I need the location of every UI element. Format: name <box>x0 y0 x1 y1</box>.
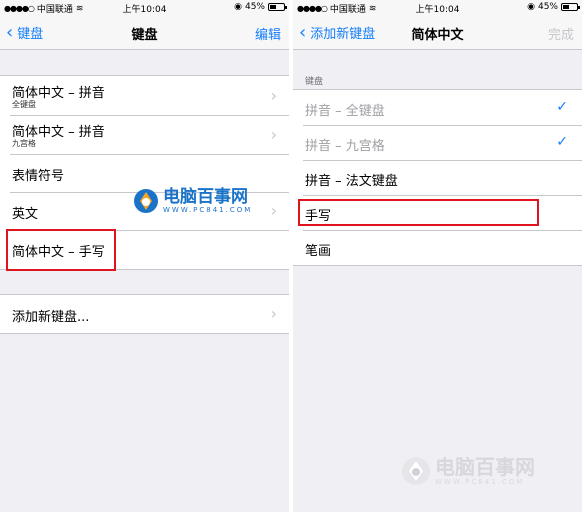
page-title: 简体中文 <box>411 28 464 43</box>
row-sublabel: 九宫格 <box>12 139 36 148</box>
watermark: 电脑百事网 WWW.PC841.COM <box>133 188 252 214</box>
chevron-right-icon: › <box>270 125 277 144</box>
watermark-url: WWW.PC841.COM <box>163 206 253 214</box>
keyboard-list: 简体中文 – 拼音 全键盘 › 简体中文 – 拼音 九宫格 › 表情符号 英文 … <box>0 75 289 270</box>
list-item[interactable]: 拼音 – 九宫格 ✓ <box>293 125 582 160</box>
rotation-lock-icon: ◉ <box>527 2 535 12</box>
chevron-right-icon: › <box>270 304 277 323</box>
chevron-right-icon: › <box>270 201 277 220</box>
row-label: 手写 <box>305 209 332 224</box>
list-item[interactable]: 手写 <box>293 195 582 230</box>
status-bar: ●●●●○ 中国联通 ≋ 上午10:04 ◉ 45% <box>0 0 289 16</box>
row-label: 拼音 – 九宫格 <box>305 139 385 154</box>
row-label: 拼音 – 全键盘 <box>305 104 385 119</box>
left-screen: ●●●●○ 中国联通 ≋ 上午10:04 ◉ 45% ‹ 键盘 键盘 编辑 简体中文 –… <box>0 0 289 512</box>
row-label: 笔画 <box>305 244 332 259</box>
add-keyboard-group: 添加新键盘... › <box>0 294 289 334</box>
row-label: 添加新键盘... <box>12 310 90 325</box>
nav-bar: ‹ 添加新键盘 简体中文 完成 <box>293 16 582 50</box>
battery-percent: 45% <box>244 2 265 12</box>
checkmark-icon: ✓ <box>556 99 568 115</box>
right-screen: ●●●●○ 中国联通 ≋ 上午10:04 ◉ 45% ‹ 添加新键盘 简体中文 完成 键… <box>293 0 582 512</box>
rotation-lock-icon: ◉ <box>234 2 242 12</box>
list-item[interactable]: 拼音 – 全键盘 ✓ <box>293 90 582 125</box>
row-label: 表情符号 <box>12 169 65 184</box>
battery-percent: 45% <box>537 2 558 12</box>
row-sublabel: 全键盘 <box>12 100 36 109</box>
battery-level <box>563 5 569 9</box>
list-item[interactable]: 简体中文 – 拼音 全键盘 › <box>0 76 289 115</box>
watermark-url: WWW.PC841.COM <box>435 478 525 486</box>
battery-level <box>270 5 276 9</box>
chevron-right-icon: › <box>270 86 277 105</box>
brand-logo-icon <box>133 188 159 214</box>
row-label: 简体中文 – 手写 <box>12 245 105 260</box>
done-button[interactable]: 完成 <box>548 24 574 43</box>
status-bar: ●●●●○ 中国联通 ≋ 上午10:04 ◉ 45% <box>293 0 582 16</box>
row-label: 英文 <box>12 207 39 222</box>
row-label: 拼音 – 法文键盘 <box>305 174 398 189</box>
list-item[interactable]: 拼音 – 法文键盘 <box>293 160 582 195</box>
brand-logo-icon <box>401 456 431 486</box>
edit-button[interactable]: 编辑 <box>255 24 281 43</box>
battery-icon <box>268 3 287 11</box>
list-item[interactable]: 笔画 <box>293 230 582 265</box>
keyboard-options-list: 拼音 – 全键盘 ✓ 拼音 – 九宫格 ✓ 拼音 – 法文键盘 手写 笔画 <box>293 89 582 266</box>
list-item[interactable]: 简体中文 – 拼音 九宫格 › <box>0 115 289 154</box>
watermark-brand: 电脑百事网 <box>435 455 535 479</box>
section-header: 键盘 <box>305 77 324 87</box>
battery-icon <box>561 3 580 11</box>
nav-bar: ‹ 键盘 键盘 编辑 <box>0 16 289 50</box>
checkmark-icon: ✓ <box>556 134 568 150</box>
list-item[interactable]: 简体中文 – 手写 <box>0 230 289 269</box>
watermark-brand: 电脑百事网 <box>163 187 248 207</box>
page-title: 键盘 <box>131 28 158 43</box>
add-keyboard-row[interactable]: 添加新键盘... › <box>0 295 289 333</box>
watermark: 电脑百事网 WWW.PC841.COM <box>401 456 535 486</box>
